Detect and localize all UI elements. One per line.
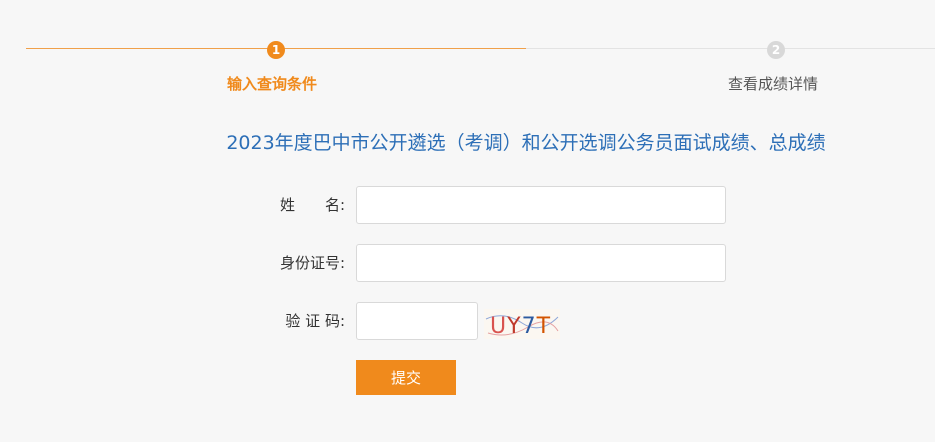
step-indicator: 1 2 输入查询条件 查看成绩详情: [0, 0, 935, 100]
page-title: 2023年度巴中市公开遴选（考调）和公开选调公务员面试成绩、总成绩: [226, 132, 826, 154]
captcha-char: Y: [506, 314, 521, 339]
captcha-char: 7: [522, 314, 537, 339]
step-2-label: 查看成绩详情: [728, 75, 819, 93]
id-number-label: 身份证号:: [279, 254, 345, 272]
id-number-row: 身份证号:: [0, 244, 935, 282]
step-progress-line-pending: [526, 48, 935, 49]
step-1-number: 1: [267, 41, 285, 59]
captcha-label: 验 证 码:: [285, 312, 345, 330]
name-label: 姓 名:: [279, 196, 345, 214]
name-row: 姓 名:: [0, 186, 935, 224]
captcha-char: U: [490, 314, 507, 339]
captcha-input[interactable]: [356, 302, 478, 340]
id-number-input[interactable]: [356, 244, 726, 282]
step-2-number: 2: [767, 41, 785, 59]
captcha-image[interactable]: UY7T: [484, 309, 560, 339]
submit-button[interactable]: 提交: [356, 360, 456, 395]
captcha-row: 验 证 码: UY7T: [0, 302, 935, 340]
captcha-char: T: [536, 314, 551, 339]
name-input[interactable]: [356, 186, 726, 224]
svg-text:UY7T: UY7T: [490, 314, 551, 339]
step-1-label: 输入查询条件: [227, 75, 318, 93]
